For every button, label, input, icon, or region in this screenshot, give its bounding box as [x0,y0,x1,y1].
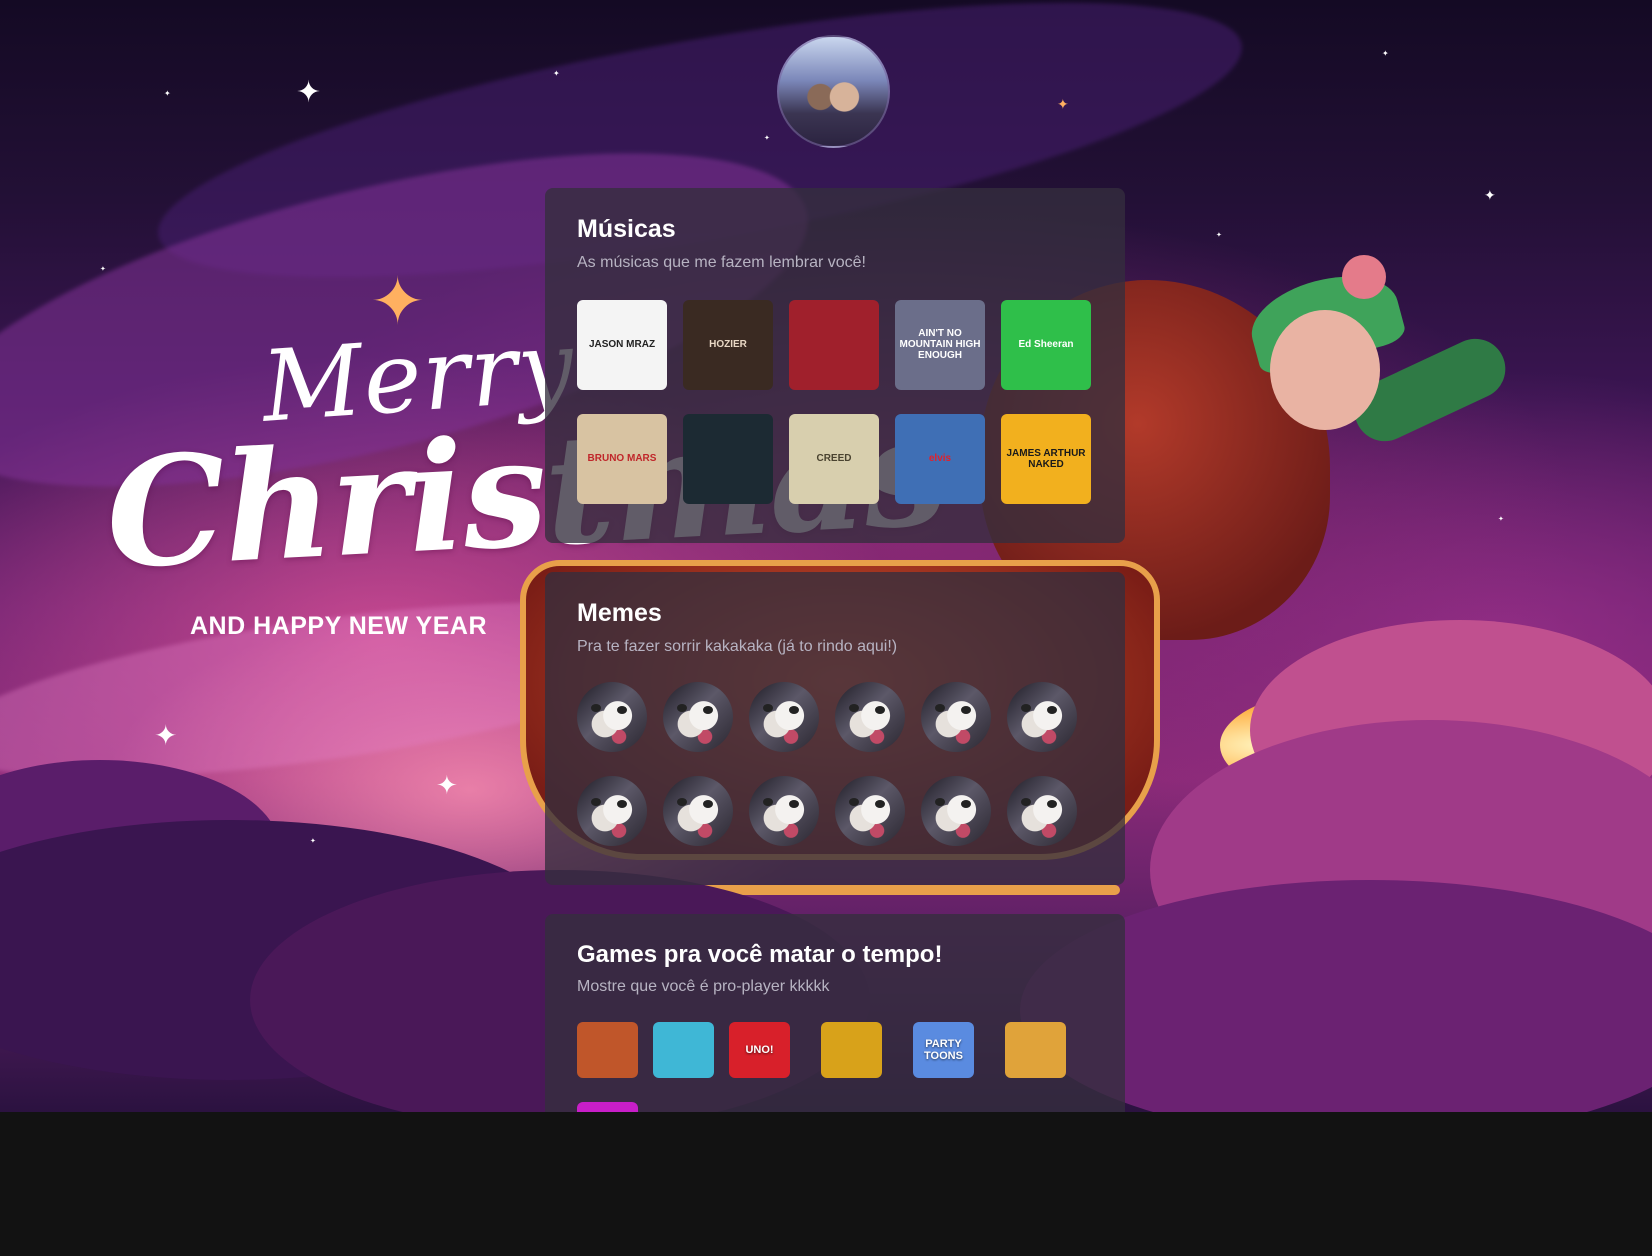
sparkle-icon: ✦ [553,69,560,78]
game-icon[interactable] [1005,1022,1066,1079]
sparkle-icon: ✦ [164,89,171,98]
meme-thumbnail[interactable] [835,775,905,846]
album-label: Ed Sheeran [1018,339,1074,350]
game-icon[interactable]: PARTY TOONS [913,1022,974,1079]
meme-thumbnail[interactable] [577,681,647,752]
meme-thumbnail[interactable] [749,775,819,846]
album-label: JASON MRAZ [588,339,656,350]
album-cover[interactable]: elvis [895,413,985,504]
elf-pompom [1342,255,1386,299]
album-label: AIN'T NO MOUNTAIN HIGH ENOUGH [899,328,981,361]
sparkle-icon: ✦ [100,266,106,273]
meme-thumbnail[interactable] [663,775,733,846]
album-cover[interactable]: BRUNO MARS [577,413,667,504]
album-cover[interactable] [789,299,879,390]
sparkle-icon: ✦ [1382,49,1389,58]
sparkle-icon: ✦ [1216,232,1222,239]
album-cover[interactable]: Ed Sheeran [1001,299,1091,390]
game-icon[interactable] [577,1022,638,1079]
album-label [726,457,730,461]
sparkle-icon: ✦ [764,135,770,142]
album-cover[interactable]: CREED [789,413,879,504]
album-label: BRUNO MARS [587,453,657,464]
album-label: elvis [928,453,952,464]
memes-title: Memes [577,599,662,627]
games-subtitle: Mostre que você é pro-player kkkkk [577,978,830,996]
game-icon[interactable] [821,1022,882,1079]
meme-grid [577,681,1093,846]
album-cover[interactable] [683,413,773,504]
meme-thumbnail[interactable] [835,681,905,752]
meme-thumbnail[interactable] [577,775,647,846]
elf-head [1270,310,1380,430]
meme-thumbnail[interactable] [663,681,733,752]
album-label: JAMES ARTHUR NAKED [1006,447,1086,470]
album-cover[interactable]: HOZIER [683,299,773,390]
avatar [777,35,890,148]
album-label: CREED [816,453,852,464]
games-row: UNO! PARTY TOONS [577,1022,1093,1084]
album-cover[interactable]: JAMES ARTHUR NAKED [1001,413,1091,504]
sparkle-icon: ✦ [1057,96,1069,112]
sparkle-icon: ✦ [1484,187,1496,203]
sparkle-icon: ✦ [296,76,322,109]
page-footer [0,1112,1652,1256]
meme-thumbnail[interactable] [1007,775,1077,846]
greeting-new-year: AND HAPPY NEW YEAR [190,612,488,640]
music-subtitle: As músicas que me fazem lembrar você! [577,253,866,271]
sparkle-icon: ✦ [1498,516,1504,523]
album-label: HOZIER [709,339,747,350]
meme-thumbnail[interactable] [1007,681,1077,752]
games-title: Games pra você matar o tempo! [577,941,943,968]
music-card: Músicas As músicas que me fazem lembrar … [545,188,1125,543]
game-label: PARTY TOONS [924,1038,963,1063]
sparkle-icon: ✦ [436,770,458,800]
meme-thumbnail[interactable] [749,681,819,752]
sparkle-icon: ✦ [310,838,316,845]
game-label: UNO! [745,1044,774,1057]
music-title: Músicas [577,215,676,243]
memes-card: Memes Pra te fazer sorrir kakakaka (já t… [545,572,1125,885]
album-grid: JASON MRAZ HOZIER AIN'T NO MOUNTAIN HIGH E… [577,299,1093,504]
meme-thumbnail[interactable] [921,681,991,752]
album-label [832,343,836,347]
meme-thumbnail[interactable] [921,775,991,846]
game-icon[interactable] [653,1022,714,1079]
memes-subtitle: Pra te fazer sorrir kakakaka (já to rind… [577,637,898,655]
album-cover[interactable]: AIN'T NO MOUNTAIN HIGH ENOUGH [895,299,985,390]
game-icon[interactable]: UNO! [729,1022,790,1079]
sparkle-icon: ✦ [154,720,178,751]
album-cover[interactable]: JASON MRAZ [577,299,667,390]
